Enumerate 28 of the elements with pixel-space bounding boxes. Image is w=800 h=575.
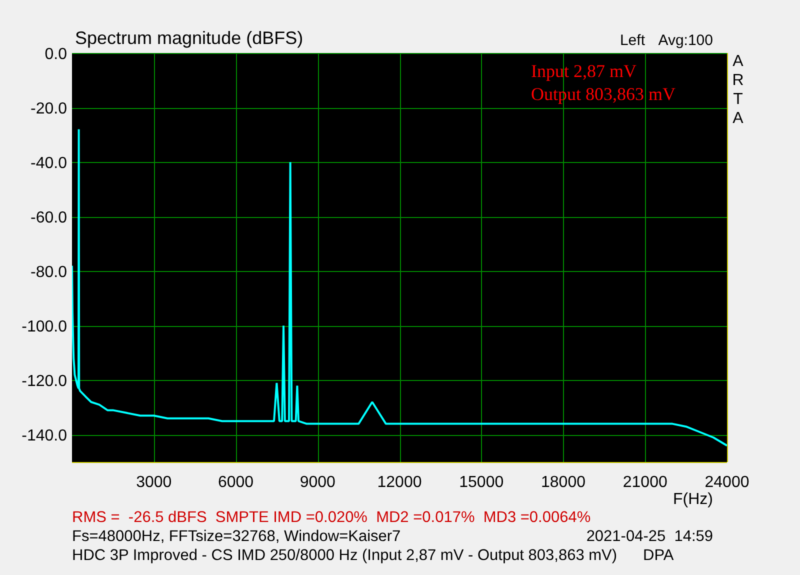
x-tick-label: 21000	[622, 474, 668, 491]
timestamp: 2021-04-25 14:59	[586, 527, 713, 546]
y-tick-label: -60.0	[30, 210, 67, 227]
measurement-caption: HDC 3P Improved - CS IMD 250/8000 Hz (Input 2,87 mV - Output 803,863 mV)	[72, 546, 618, 565]
measurement-annotation: Output 803,863 mV	[531, 84, 676, 104]
x-tick-label: 15000	[459, 474, 504, 491]
x-tick-label: 18000	[541, 474, 586, 491]
x-tick-label: 3000	[136, 474, 172, 491]
y-tick-label: 0.0	[44, 46, 67, 63]
x-axis-label: F(Hz)	[673, 491, 713, 508]
author-label: DPA	[643, 546, 674, 565]
average-count: Avg:100	[658, 32, 713, 49]
y-tick-label: -80.0	[30, 264, 67, 282]
y-tick-label: -100.0	[22, 318, 67, 336]
channel-label: Left	[620, 32, 645, 49]
x-tick-label: 24000	[704, 474, 750, 491]
measurement-annotation: Input 2,87 mV	[531, 61, 636, 81]
x-tick-label: 12000	[377, 474, 422, 491]
y-tick-label: -140.0	[22, 428, 67, 445]
y-tick-label: -120.0	[22, 373, 67, 390]
chart-title: Spectrum magnitude (dBFS)	[75, 28, 304, 48]
x-tick-label: 9000	[300, 474, 336, 491]
x-tick-label: 6000	[218, 474, 254, 491]
brand-label: ARTA	[732, 53, 744, 127]
y-tick-label: -20.0	[30, 100, 67, 118]
measurement-results: RMS = -26.5 dBFS SMPTE IMD =0.020% MD2 =0.017% MD3 =0.0064%	[72, 508, 591, 527]
y-tick-label: -40.0	[30, 155, 67, 172]
analysis-settings: Fs=48000Hz, FFTsize=32768, Window=Kaiser7	[72, 527, 401, 546]
